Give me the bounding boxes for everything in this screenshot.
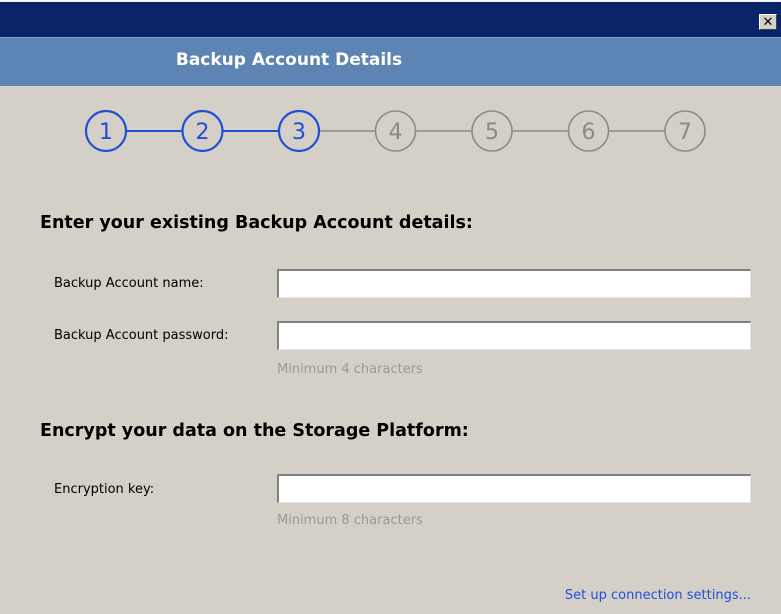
step-indicator: 1 2 3 4 5 6 7 — [84, 109, 706, 153]
step-4: 4 — [374, 110, 417, 152]
page-title: Backup Account Details — [175, 50, 403, 70]
step-number: 5 — [485, 120, 499, 145]
step-number: 2 — [196, 120, 210, 145]
encryption-key-input[interactable] — [277, 474, 751, 503]
encryption-heading: Encrypt your data on the Storage Platfor… — [40, 421, 469, 441]
close-icon: ✕ — [762, 14, 774, 30]
encryption-key-label: Encryption key: — [54, 482, 155, 497]
step-7: 7 — [664, 110, 706, 152]
window-titlebar: ✕ — [0, 0, 781, 37]
step-number: 3 — [292, 120, 306, 145]
password-hint: Minimum 4 characters — [277, 362, 423, 377]
connection-settings-link[interactable]: Set up connection settings... — [565, 588, 751, 603]
step-2: 2 — [181, 109, 224, 153]
wizard-header: Backup Account Details — [0, 37, 781, 86]
step-6: 6 — [567, 110, 610, 152]
account-details-heading: Enter your existing Backup Account detai… — [40, 213, 473, 233]
encryption-key-hint: Minimum 8 characters — [277, 513, 423, 528]
step-1: 1 — [84, 109, 128, 153]
account-name-input[interactable] — [277, 269, 751, 298]
step-3: 3 — [277, 109, 321, 153]
step-number: 1 — [99, 120, 113, 145]
close-button[interactable]: ✕ — [759, 14, 777, 30]
step-number: 6 — [582, 120, 596, 145]
account-name-label: Backup Account name: — [54, 276, 204, 291]
account-password-input[interactable] — [277, 321, 751, 350]
step-5: 5 — [471, 110, 513, 152]
step-number: 7 — [678, 120, 692, 145]
account-password-label: Backup Account password: — [54, 328, 229, 343]
step-number: 4 — [389, 120, 403, 145]
